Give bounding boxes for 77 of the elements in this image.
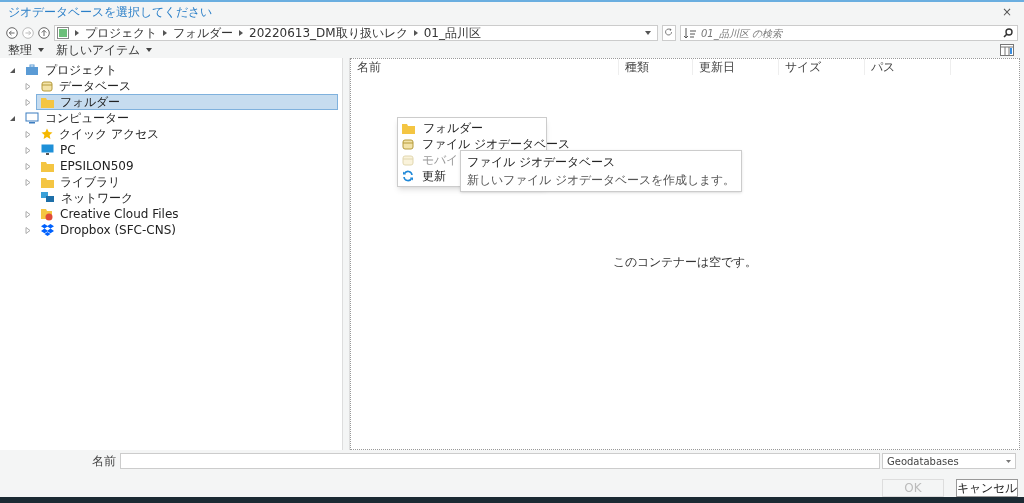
collapsed-icon[interactable] (25, 162, 31, 170)
chevron-icon (413, 30, 418, 36)
computer-icon (25, 112, 39, 124)
collapsed-icon[interactable] (25, 178, 31, 186)
menu-item[interactable]: フォルダー (398, 120, 483, 136)
columns-icon[interactable] (1000, 43, 1014, 56)
dialog-button[interactable]: キャンセル (956, 479, 1018, 497)
tooltip-text: 新しいファイル ジオデータベースを作成します。 (467, 173, 735, 187)
refresh-icon (402, 170, 414, 182)
breadcrumb-item[interactable]: 20220613_DM取り扱いレク (249, 26, 408, 40)
forward-icon[interactable] (22, 27, 34, 39)
tree-item[interactable]: ネットワーク (36, 190, 338, 206)
caret-icon (1006, 459, 1011, 463)
dropbox-icon (41, 224, 54, 236)
network-icon (41, 192, 55, 204)
tree-item[interactable]: Dropbox (SFC-CNS) (36, 222, 338, 238)
tree-item[interactable]: プロジェクト (20, 62, 338, 78)
expanded-icon[interactable] (9, 66, 15, 74)
search-icon[interactable] (1003, 28, 1013, 38)
name-field[interactable] (120, 453, 880, 469)
breadcrumb-item[interactable]: プロジェクト (85, 26, 157, 40)
tree-item[interactable]: データベース (36, 78, 338, 94)
sort-icon[interactable] (683, 27, 697, 39)
splitter[interactable] (342, 58, 350, 450)
chevron-icon (75, 30, 79, 36)
folder-icon (41, 160, 54, 172)
collapsed-icon[interactable] (25, 82, 31, 90)
tree-item[interactable]: フォルダー (36, 94, 338, 110)
column-header[interactable]: 種類 (619, 59, 693, 75)
breadcrumb-item[interactable]: フォルダー (173, 26, 233, 40)
filter-dropdown[interactable]: Geodatabases (882, 453, 1016, 469)
database-icon (402, 154, 414, 166)
caret-icon (146, 47, 152, 52)
collapsed-icon[interactable] (25, 146, 31, 154)
folder-icon (41, 207, 54, 221)
tree-item[interactable]: コンピューター (20, 110, 338, 126)
chevron-icon (163, 30, 167, 36)
star-icon (41, 128, 53, 140)
folder-icon (41, 96, 54, 108)
database-icon (41, 80, 53, 92)
menu-item[interactable]: 更新 (398, 168, 446, 184)
refresh-icon[interactable] (662, 25, 676, 41)
window-title: ジオデータベースを選択してください (8, 4, 212, 21)
folder-icon (41, 176, 54, 188)
toolbar-menu[interactable]: 整理 (8, 42, 44, 57)
briefcase-icon (25, 64, 39, 76)
up-icon[interactable] (38, 27, 50, 39)
toolbar-menu[interactable]: 新しいアイテム (56, 42, 152, 57)
caret-icon (38, 47, 44, 52)
collapsed-icon[interactable] (25, 226, 31, 234)
monitor-icon (41, 144, 54, 156)
database-icon (402, 138, 414, 150)
breadcrumb-item[interactable]: 01_品川区 (423, 26, 481, 40)
collapsed-icon[interactable] (25, 98, 31, 106)
back-icon[interactable] (6, 27, 18, 39)
dropdown-icon[interactable] (645, 31, 651, 35)
field-label: 名前 (91, 454, 117, 468)
close-button[interactable]: × (997, 3, 1016, 21)
collapsed-icon[interactable] (25, 210, 31, 218)
tree-item[interactable]: Creative Cloud Files (36, 206, 338, 222)
expanded-icon[interactable] (9, 114, 15, 122)
chevron-icon (239, 30, 243, 36)
tooltip-title: ファイル ジオデータベース (467, 155, 616, 169)
map-icon (57, 27, 69, 39)
column-header[interactable]: サイズ (779, 59, 865, 75)
empty-message: このコンテナーは空です。 (613, 254, 757, 271)
column-header[interactable]: 更新日 (693, 59, 779, 75)
collapsed-icon[interactable] (25, 130, 31, 138)
column-header[interactable]: パス (865, 59, 951, 75)
folder-icon (402, 122, 415, 134)
tree-item[interactable]: ライブラリ (36, 174, 338, 190)
tree-item[interactable]: クイック アクセス (36, 126, 338, 142)
menu-item[interactable]: ファイル ジオデータベース (398, 136, 570, 152)
column-header[interactable]: 名前 (351, 59, 619, 75)
tree-item[interactable]: PC (36, 142, 338, 158)
address-bar[interactable]: プロジェクト フォルダー 20220613_DM取り扱いレク 01_品川区 (54, 25, 658, 41)
tree-item[interactable]: EPSILON509 (36, 158, 338, 174)
